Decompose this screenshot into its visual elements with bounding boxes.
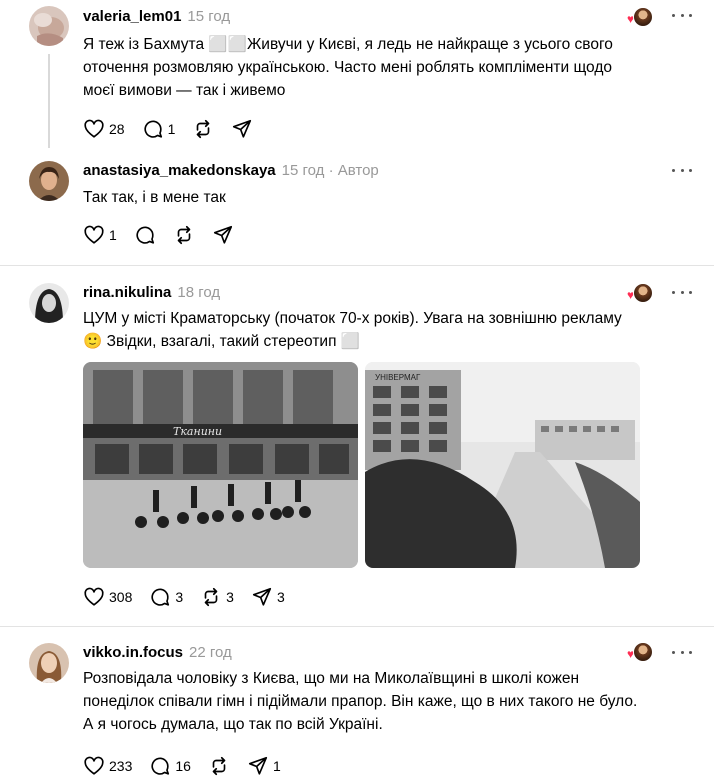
share-button[interactable]: 1 — [247, 755, 281, 777]
timestamp: 15 год — [187, 8, 231, 25]
share-count: 1 — [272, 758, 281, 774]
heart-icon — [84, 119, 104, 138]
comment-icon — [151, 588, 170, 606]
more-icon[interactable] — [672, 288, 692, 296]
more-icon[interactable] — [672, 648, 692, 656]
thread-line — [48, 54, 50, 148]
action-bar: 308 3 3 3 — [83, 586, 302, 608]
liked-by-author-badge: ♥ — [625, 7, 653, 27]
send-icon — [213, 225, 232, 244]
reply-count: 3 — [175, 589, 184, 605]
username[interactable]: anastasiya_makedonskaya — [83, 162, 276, 179]
shop-sign: Тканини — [173, 425, 222, 438]
post-text: Так так, і в мене так — [83, 189, 226, 206]
reply-count: 1 — [167, 121, 176, 137]
more-icon[interactable] — [672, 166, 692, 174]
repost-icon — [177, 225, 191, 245]
like-button[interactable]: 1 — [83, 224, 117, 246]
repost-button[interactable]: 3 — [200, 586, 234, 608]
comment-icon — [136, 226, 154, 244]
username[interactable]: rina.nikulina — [83, 284, 171, 301]
heart-icon — [84, 225, 104, 244]
share-button[interactable] — [231, 118, 253, 140]
store-sign: УНІВЕРМАГ — [375, 373, 421, 382]
like-count: 308 — [109, 589, 133, 605]
avatar[interactable] — [29, 283, 69, 323]
post-3: rina.nikulina 18 год ♥ ЦУМ у місті Крамат… — [0, 266, 714, 626]
repost-icon — [197, 119, 210, 139]
comment-icon — [144, 120, 162, 138]
reply-button[interactable]: 1 — [142, 118, 176, 140]
share-button[interactable]: 3 — [251, 586, 285, 608]
like-button[interactable]: 28 — [83, 118, 125, 140]
like-count: 28 — [109, 121, 125, 137]
repost-icon — [212, 756, 226, 776]
share-button[interactable] — [212, 224, 234, 246]
timestamp: 15 год — [281, 162, 325, 179]
reply-button[interactable]: 3 — [149, 586, 183, 608]
like-button[interactable]: 233 — [83, 755, 132, 777]
more-icon[interactable] — [672, 11, 692, 19]
repost-button[interactable] — [173, 224, 195, 246]
post-4: vikko.in.focus 22 год ♥ Розповідала чолов… — [0, 627, 714, 782]
comment-icon — [151, 757, 170, 775]
reply-button[interactable]: 16 — [149, 755, 191, 777]
action-bar: 1 — [83, 224, 251, 246]
reply-button[interactable] — [134, 224, 156, 246]
heart-icon — [84, 756, 104, 775]
action-bar: 233 16 1 — [83, 755, 298, 777]
avatar[interactable] — [29, 6, 69, 46]
avatar[interactable] — [29, 161, 69, 201]
timestamp: 18 год — [177, 284, 221, 301]
liked-by-author-badge: ♥ — [625, 642, 653, 662]
send-icon — [233, 119, 252, 138]
post-text: Я теж із Бахмута ⬜⬜Живучи у Києві, я лед… — [83, 36, 613, 99]
avatar[interactable] — [29, 643, 69, 683]
like-count: 1 — [109, 227, 117, 243]
thread-post-1: valeria_lem01 15 год ♥ Я теж із Бахмута ⬜… — [0, 0, 714, 150]
action-bar: 28 1 — [83, 118, 270, 140]
liked-by-author-badge: ♥ — [625, 283, 653, 303]
username[interactable]: valeria_lem01 — [83, 8, 181, 25]
post-text: ЦУМ у місті Краматорську (початок 70-х р… — [83, 310, 622, 350]
username[interactable]: vikko.in.focus — [83, 644, 183, 661]
repost-button[interactable] — [192, 118, 214, 140]
heart-icon — [84, 587, 104, 606]
thread-post-2: anastasiya_makedonskaya 15 год · Автор Та… — [0, 150, 714, 265]
repost-button[interactable] — [208, 755, 230, 777]
like-button[interactable]: 308 — [83, 586, 132, 608]
repost-count: 3 — [226, 589, 234, 605]
author-badge: · Автор — [328, 162, 379, 179]
post-image-2[interactable]: УНІВЕРМАГ — [365, 362, 640, 568]
send-icon — [252, 587, 272, 606]
repost-icon — [204, 587, 218, 607]
send-icon — [248, 756, 268, 775]
post-image-1[interactable]: Тканини — [83, 362, 358, 568]
reply-count: 16 — [175, 758, 191, 774]
timestamp: 22 год — [189, 644, 232, 661]
post-text: Розповідала чоловіку з Києва, що ми на М… — [83, 670, 638, 733]
like-count: 233 — [109, 758, 133, 774]
share-count: 3 — [276, 589, 285, 605]
